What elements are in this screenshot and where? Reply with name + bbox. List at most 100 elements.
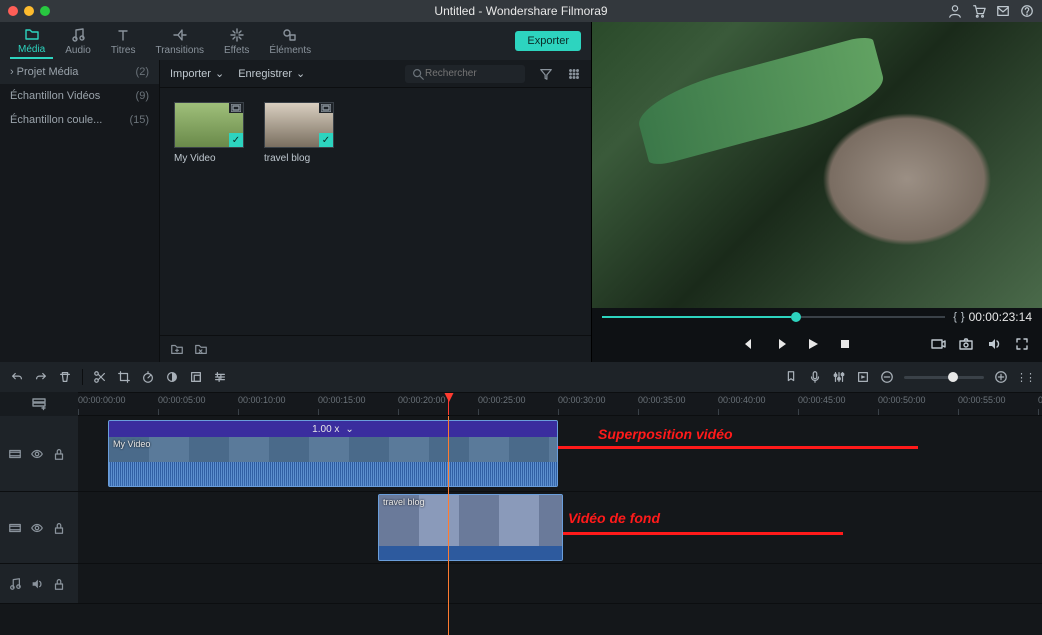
chevron-right-icon: › <box>10 66 14 78</box>
media-thumb[interactable]: ✓ travel blog <box>264 102 334 164</box>
import-button[interactable]: Importer ⌄ <box>170 67 224 80</box>
tab-titles[interactable]: Titres <box>103 25 144 58</box>
clip-thumbnails <box>109 437 557 462</box>
mixer-icon[interactable] <box>832 370 846 384</box>
preview-viewport[interactable] <box>592 22 1042 308</box>
ruler-tick: 00:01:0 <box>1038 395 1042 405</box>
media-panel: Média Audio Titres Transitions Effets Él… <box>0 22 592 362</box>
lock-icon[interactable] <box>52 447 66 461</box>
maximize-window-button[interactable] <box>40 6 50 16</box>
zoom-in-icon[interactable] <box>994 370 1008 384</box>
sidebar-item-sample-colors[interactable]: Échantillon coule... (15) <box>0 108 159 132</box>
fullscreen-icon[interactable] <box>1014 336 1030 352</box>
redo-icon[interactable] <box>34 370 48 384</box>
search-box[interactable] <box>405 65 525 83</box>
render-icon[interactable] <box>856 370 870 384</box>
color-icon[interactable] <box>165 370 179 384</box>
timecode-display: 00:00:23:14 <box>969 310 1032 324</box>
user-icon[interactable] <box>948 4 962 18</box>
remove-folder-icon[interactable] <box>194 342 208 356</box>
visibility-icon[interactable] <box>30 447 44 461</box>
zoom-handle[interactable] <box>948 372 958 382</box>
grid-view-icon[interactable] <box>567 67 581 81</box>
scrub-progress <box>602 316 791 318</box>
scrub-handle[interactable] <box>791 312 801 322</box>
timeline-clip-1[interactable]: 1.00 x⌄ My Video <box>108 420 558 487</box>
search-input[interactable] <box>425 68 505 79</box>
mark-out-icon[interactable]: } <box>961 311 965 323</box>
play-step-button[interactable] <box>773 336 789 352</box>
manage-tracks-icon[interactable] <box>0 392 78 416</box>
settings-icon[interactable]: ⋮⋮ <box>1018 370 1032 384</box>
marker-icon[interactable] <box>784 370 798 384</box>
track-head <box>0 564 78 603</box>
video-track-icon <box>8 521 22 535</box>
main-tabs: Média Audio Titres Transitions Effets Él… <box>0 22 591 60</box>
play-button[interactable] <box>805 336 821 352</box>
music-icon <box>70 27 86 43</box>
export-button[interactable]: Exporter <box>515 31 581 51</box>
folder-icon <box>24 26 40 42</box>
tab-effects[interactable]: Effets <box>216 25 257 58</box>
visibility-icon[interactable] <box>30 521 44 535</box>
ruler-tick: 00:00:40:00 <box>718 395 766 405</box>
split-icon[interactable] <box>93 370 107 384</box>
media-thumb[interactable]: ✓ My Video <box>174 102 244 164</box>
crop-icon[interactable] <box>117 370 131 384</box>
tab-elements[interactable]: Éléments <box>261 25 319 58</box>
record-button[interactable]: Enregistrer ⌄ <box>238 67 305 80</box>
mute-icon[interactable] <box>30 577 44 591</box>
annotation-line <box>558 446 918 449</box>
thumb-label: My Video <box>174 153 244 164</box>
sidebar-item-project[interactable]: ›Projet Média (2) <box>0 60 159 84</box>
help-icon[interactable] <box>1020 4 1034 18</box>
quality-icon[interactable] <box>930 336 946 352</box>
volume-icon[interactable] <box>986 336 1002 352</box>
scrub-bar[interactable] <box>602 316 945 318</box>
track-head <box>0 416 78 491</box>
window-title: Untitled - Wondershare Filmora9 <box>0 4 1042 18</box>
tab-transitions[interactable]: Transitions <box>147 25 212 58</box>
media-thumbnails: ✓ My Video ✓ travel blog <box>160 88 591 335</box>
add-folder-icon[interactable] <box>170 342 184 356</box>
sidebar-item-sample-videos[interactable]: Échantillon Vidéos (9) <box>0 84 159 108</box>
media-sidebar: ›Projet Média (2) Échantillon Vidéos (9)… <box>0 60 160 362</box>
checkmark-icon: ✓ <box>319 133 333 147</box>
timeline-ruler[interactable]: 00:00:00:0000:00:05:0000:00:10:0000:00:1… <box>78 392 1042 416</box>
filmstrip-icon <box>229 103 243 113</box>
cart-icon[interactable] <box>972 4 986 18</box>
snapshot-icon[interactable] <box>958 336 974 352</box>
mic-icon[interactable] <box>808 370 822 384</box>
lock-icon[interactable] <box>52 577 66 591</box>
greenscreen-icon[interactable] <box>189 370 203 384</box>
ruler-tick: 00:00:15:00 <box>318 395 366 405</box>
minimize-window-button[interactable] <box>24 6 34 16</box>
text-icon <box>115 27 131 43</box>
timeline-clip-2[interactable]: travel blog <box>378 494 563 561</box>
tab-media[interactable]: Média <box>10 24 53 59</box>
speed-icon[interactable] <box>141 370 155 384</box>
filter-icon[interactable] <box>539 67 553 81</box>
video-track-2: travel blog Vidéo de fond <box>0 492 1042 564</box>
lock-icon[interactable] <box>52 521 66 535</box>
stop-button[interactable] <box>837 336 853 352</box>
annotation-line <box>563 532 843 535</box>
ruler-playhead[interactable] <box>448 393 449 415</box>
zoom-slider[interactable] <box>904 376 984 379</box>
undo-icon[interactable] <box>10 370 24 384</box>
mail-icon[interactable] <box>996 4 1010 18</box>
zoom-out-icon[interactable] <box>880 370 894 384</box>
scrub-bar-row: { } 00:00:23:14 <box>592 308 1042 326</box>
close-window-button[interactable] <box>8 6 18 16</box>
titlebar: Untitled - Wondershare Filmora9 <box>0 0 1042 22</box>
video-track-1: 1.00 x⌄ My Video Superposition vidéo <box>0 416 1042 492</box>
tab-audio[interactable]: Audio <box>57 25 99 58</box>
thumb-image: ✓ <box>174 102 244 148</box>
delete-icon[interactable] <box>58 370 72 384</box>
search-icon <box>411 67 425 81</box>
mark-in-icon[interactable]: { <box>953 311 957 323</box>
timeline-toolbar: ⋮⋮ <box>0 362 1042 392</box>
prev-frame-button[interactable] <box>741 336 757 352</box>
clip-speed-bar[interactable]: 1.00 x⌄ <box>109 421 557 437</box>
adjust-icon[interactable] <box>213 370 227 384</box>
